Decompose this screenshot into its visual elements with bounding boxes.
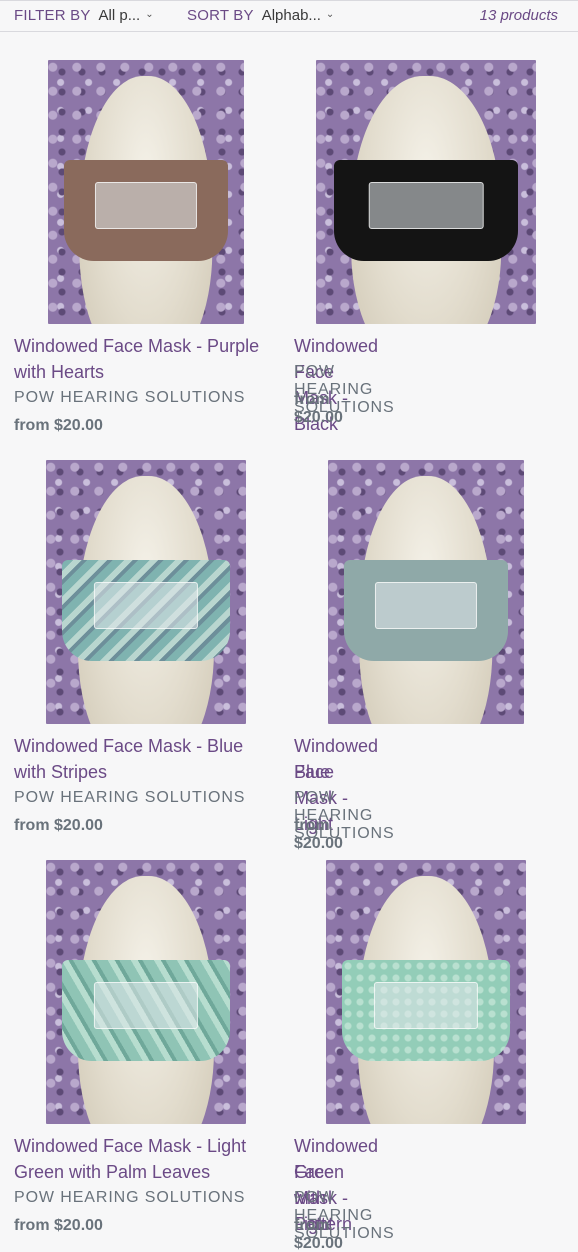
product-price: from $20.00: [14, 817, 103, 834]
product-vendor: POW HEARING SOLUTIONS: [14, 789, 246, 806]
product-price: from $20.00: [14, 1217, 103, 1234]
filter-label: FILTER BY: [14, 7, 91, 24]
mask-fabric: [63, 160, 229, 261]
mask-window: [94, 182, 198, 229]
mask-window: [368, 182, 484, 229]
sort-label: SORT BY: [187, 7, 254, 24]
mask-window: [93, 982, 199, 1029]
product-count: 13 products: [479, 7, 558, 24]
product-image[interactable]: [46, 460, 246, 724]
filter-control[interactable]: FILTER BY All p... ⌄: [14, 7, 154, 24]
product-title-line2[interactable]: with Stripes: [14, 759, 107, 785]
mask-fabric: [333, 160, 519, 261]
mask-fabric: [342, 960, 510, 1061]
mask-window: [373, 982, 479, 1029]
product-vendor: POW HEARING SOLUTIONS: [14, 389, 246, 406]
product-vendor: POW HEARING SOLUTIONS: [14, 1189, 246, 1206]
product-image[interactable]: [48, 60, 244, 324]
sort-select[interactable]: Alphab... ⌄: [262, 7, 335, 24]
product-image[interactable]: [326, 860, 526, 1124]
product-title-line2[interactable]: with Hearts: [14, 359, 104, 385]
filter-value: All p...: [98, 7, 141, 24]
product-image[interactable]: [46, 860, 246, 1124]
product-title-line2[interactable]: Blue: [294, 759, 330, 785]
mask-fabric: [62, 560, 230, 661]
product-price: from $20.00: [294, 1217, 343, 1252]
chevron-down-icon: ⌄: [325, 9, 335, 20]
product-image[interactable]: [328, 460, 524, 724]
product-price: from $20.00: [14, 417, 103, 434]
product-image[interactable]: [316, 60, 536, 324]
product-title-line2[interactable]: Green with Palm Leaves: [14, 1159, 210, 1185]
chevron-down-icon: ⌄: [145, 9, 154, 20]
collection-toolbar: FILTER BY All p... ⌄ SORT BY Alphab... ⌄…: [0, 0, 578, 32]
product-title-line1[interactable]: Windowed Face Mask - Blue: [14, 733, 243, 759]
mask-window: [374, 582, 478, 629]
mask-fabric: [62, 960, 230, 1061]
sort-value: Alphab...: [261, 7, 321, 24]
product-price: from $20.00: [294, 817, 343, 852]
mask-window: [93, 582, 199, 629]
filter-select[interactable]: All p... ⌄: [99, 7, 154, 24]
mask-fabric: [343, 560, 509, 661]
sort-control[interactable]: SORT BY Alphab... ⌄: [187, 7, 334, 24]
product-title-line1[interactable]: Windowed Face Mask - Light: [14, 1133, 246, 1159]
product-title-line1[interactable]: Windowed Face Mask - Purple: [14, 333, 259, 359]
product-price: from $20.00: [294, 391, 343, 426]
